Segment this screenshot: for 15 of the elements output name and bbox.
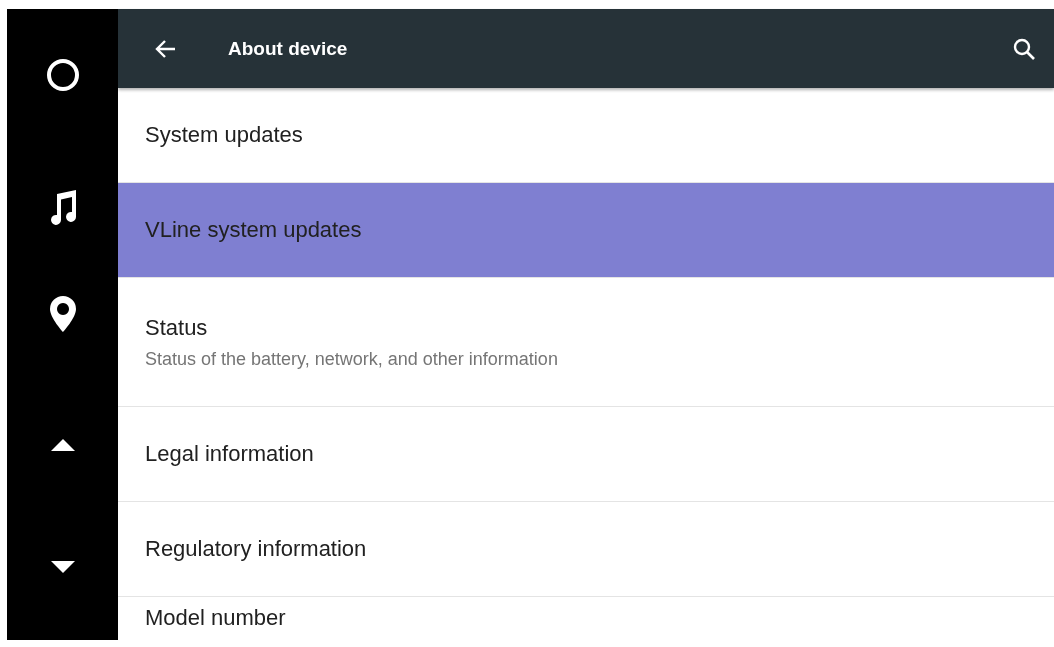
item-title: Status <box>145 314 209 341</box>
item-title: Regulatory information <box>145 536 368 562</box>
scroll-down-icon[interactable] <box>50 561 75 573</box>
screen-title: About device <box>228 37 349 60</box>
map-pin-icon[interactable] <box>48 295 77 333</box>
back-arrow-icon[interactable] <box>154 38 176 59</box>
item-title: Legal information <box>145 441 315 467</box>
search-icon[interactable] <box>1012 36 1036 61</box>
settings-item[interactable]: VLine system updates <box>118 183 1054 278</box>
item-title: System updates <box>145 122 304 148</box>
home-circle-icon[interactable] <box>45 58 80 92</box>
item-title: Model number <box>145 605 287 631</box>
item-summary: Status of the battery, network, and other information <box>145 348 559 370</box>
item-title: VLine system updates <box>145 217 363 243</box>
scroll-up-icon[interactable] <box>50 439 75 451</box>
